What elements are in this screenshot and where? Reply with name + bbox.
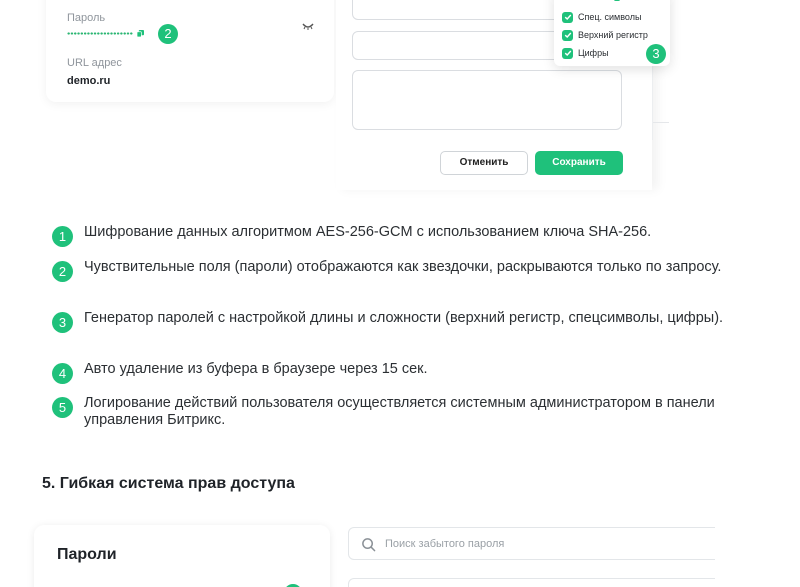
url-label: URL адрес xyxy=(67,57,122,69)
feature-number-badge: 3 xyxy=(52,312,73,333)
option-special-chars[interactable]: Спец. символы xyxy=(562,11,641,23)
feature-text: Шифрование данных алгоритмом AES-256-GCM… xyxy=(84,224,652,240)
search-icon xyxy=(362,538,376,552)
password-entry-card: Пароль 2 URL адрес demo.ru xyxy=(46,0,334,102)
checkbox-checked-icon[interactable] xyxy=(562,47,573,59)
passwords-card: Пароли xyxy=(34,525,330,587)
callout-badge-3: 3 xyxy=(646,44,666,64)
crop-mask xyxy=(715,510,800,587)
cancel-button[interactable]: Отменить xyxy=(440,151,528,175)
password-masked-value[interactable] xyxy=(67,32,133,35)
feature-number-badge: 5 xyxy=(52,397,73,418)
divider xyxy=(653,122,669,123)
checkbox-checked-icon[interactable] xyxy=(562,29,573,41)
url-value: demo.ru xyxy=(67,75,111,87)
option-uppercase[interactable]: Верхний регистр xyxy=(562,29,648,41)
eye-closed-icon[interactable] xyxy=(302,22,314,30)
feature-text: Логирование действий пользователя осущес… xyxy=(84,395,715,428)
option-label: Верхний регистр xyxy=(578,30,648,40)
search-input[interactable] xyxy=(385,535,685,553)
notes-textarea[interactable] xyxy=(352,70,622,130)
password-label: Пароль xyxy=(67,12,106,24)
feature-text: Чувствительные поля (пароли) отображаютс… xyxy=(84,259,722,275)
search-bar[interactable] xyxy=(348,527,728,560)
slider-thumb[interactable] xyxy=(614,0,620,1)
option-digits[interactable]: Цифры xyxy=(562,47,609,59)
password-generator-popup: Спец. символы Верхний регистр Цифры 3 xyxy=(554,0,670,66)
section-heading: 5. Гибкая система прав доступа xyxy=(42,475,295,492)
copy-icon[interactable] xyxy=(137,30,144,37)
checkbox-checked-icon[interactable] xyxy=(562,11,573,23)
feature-number-badge: 1 xyxy=(52,226,73,247)
feature-number-badge: 4 xyxy=(52,363,73,384)
feature-number-badge: 2 xyxy=(52,261,73,282)
option-label: Цифры xyxy=(578,48,609,58)
option-label: Спец. символы xyxy=(578,12,642,22)
save-button[interactable]: Сохранить xyxy=(535,151,623,175)
passwords-card-title: Пароли xyxy=(57,546,117,563)
callout-badge-2: 2 xyxy=(158,24,178,44)
results-panel xyxy=(348,578,728,587)
screenshot-top: Пароль 2 URL адрес demo.ru Отменить Сохр… xyxy=(0,0,800,195)
feature-text: Авто удаление из буфера в браузере через… xyxy=(84,361,428,377)
feature-text: Генератор паролей с настройкой длины и с… xyxy=(84,310,724,326)
